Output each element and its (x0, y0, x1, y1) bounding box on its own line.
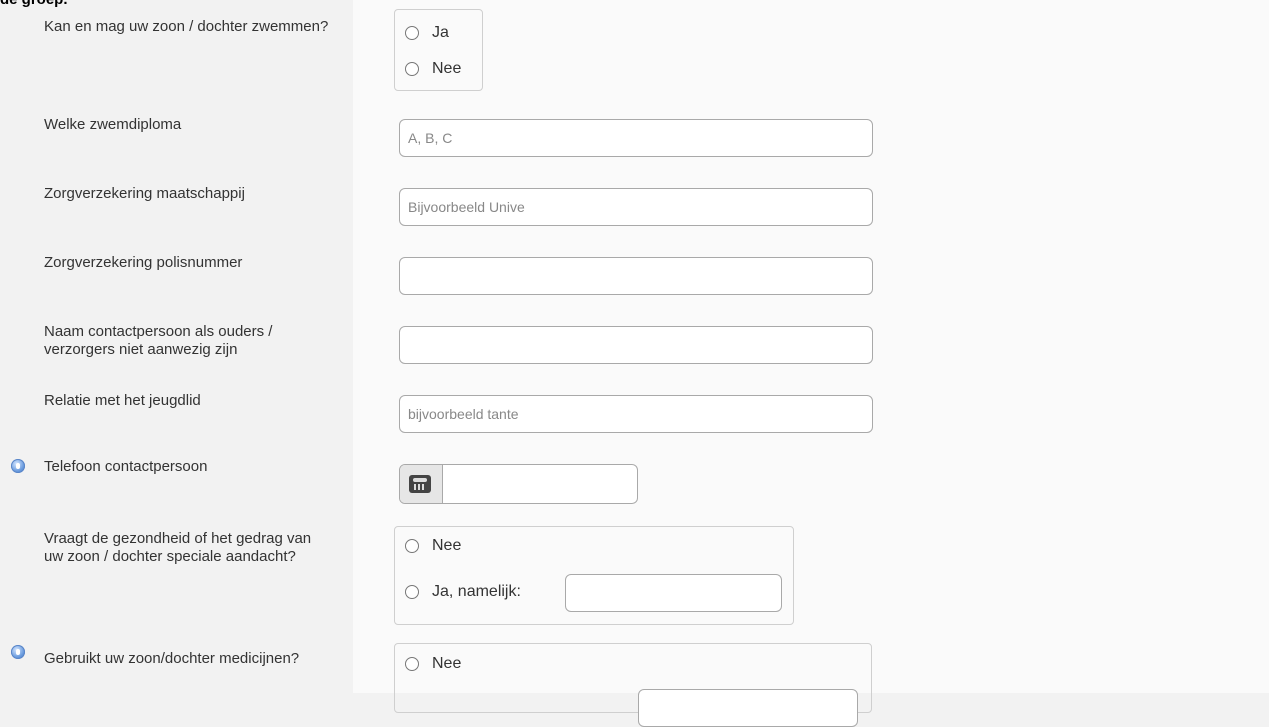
health-option-nee[interactable]: Nee (405, 537, 461, 555)
medicine-label: Gebruikt uw zoon/dochter medicijnen? (44, 650, 300, 667)
relation-input[interactable]: bijvoorbeeld tante (399, 395, 873, 433)
insurer-input[interactable]: Bijvoorbeeld Unive (399, 188, 873, 226)
swim-radio-group (394, 9, 483, 91)
swim-option-nee-label: Nee (432, 60, 462, 77)
insurer-label: Zorgverzekering maatschappij (44, 185, 245, 202)
medicine-option-nee[interactable]: Nee (405, 655, 461, 673)
health-label: Vraagt de gezondheid of het gedrag van u… (44, 530, 312, 565)
telephone-icon (409, 475, 431, 493)
health-details-input[interactable] (565, 574, 782, 612)
diploma-label: Welke zwemdiploma (44, 116, 182, 133)
help-icon[interactable] (11, 645, 25, 659)
swim-label: Kan en mag uw zoon / dochter zwemmen? (44, 18, 329, 35)
radio-button[interactable] (405, 26, 419, 40)
radio-button[interactable] (405, 657, 419, 671)
contact-phone-field[interactable] (399, 464, 638, 504)
health-option-ja[interactable]: Ja, namelijk: (405, 583, 521, 601)
contact-name-label: Naam contactpersoon als ouders / verzorg… (44, 323, 273, 358)
swim-option-nee[interactable]: Nee (405, 60, 461, 78)
contact-name-input[interactable] (399, 326, 873, 364)
phone-addon (400, 465, 443, 503)
radio-button[interactable] (405, 62, 419, 76)
help-icon[interactable] (11, 459, 25, 473)
relation-label: Relatie met het jeugdlid (44, 392, 201, 409)
policy-label: Zorgverzekering polisnummer (44, 254, 243, 271)
diploma-input[interactable]: A, B, C (399, 119, 873, 157)
radio-button[interactable] (405, 585, 419, 599)
health-option-ja-label: Ja, namelijk: (432, 583, 521, 600)
swim-option-ja-label: Ja (432, 24, 449, 41)
section-heading-cut: de groep. (0, 0, 68, 8)
medicine-option-nee-label: Nee (432, 655, 462, 672)
swim-option-ja[interactable]: Ja (405, 24, 449, 42)
policy-input[interactable] (399, 257, 873, 295)
medicine-details-input[interactable] (638, 689, 858, 727)
contact-phone-label: Telefoon contactpersoon (44, 458, 208, 475)
health-option-nee-label: Nee (432, 537, 462, 554)
radio-button[interactable] (405, 539, 419, 553)
